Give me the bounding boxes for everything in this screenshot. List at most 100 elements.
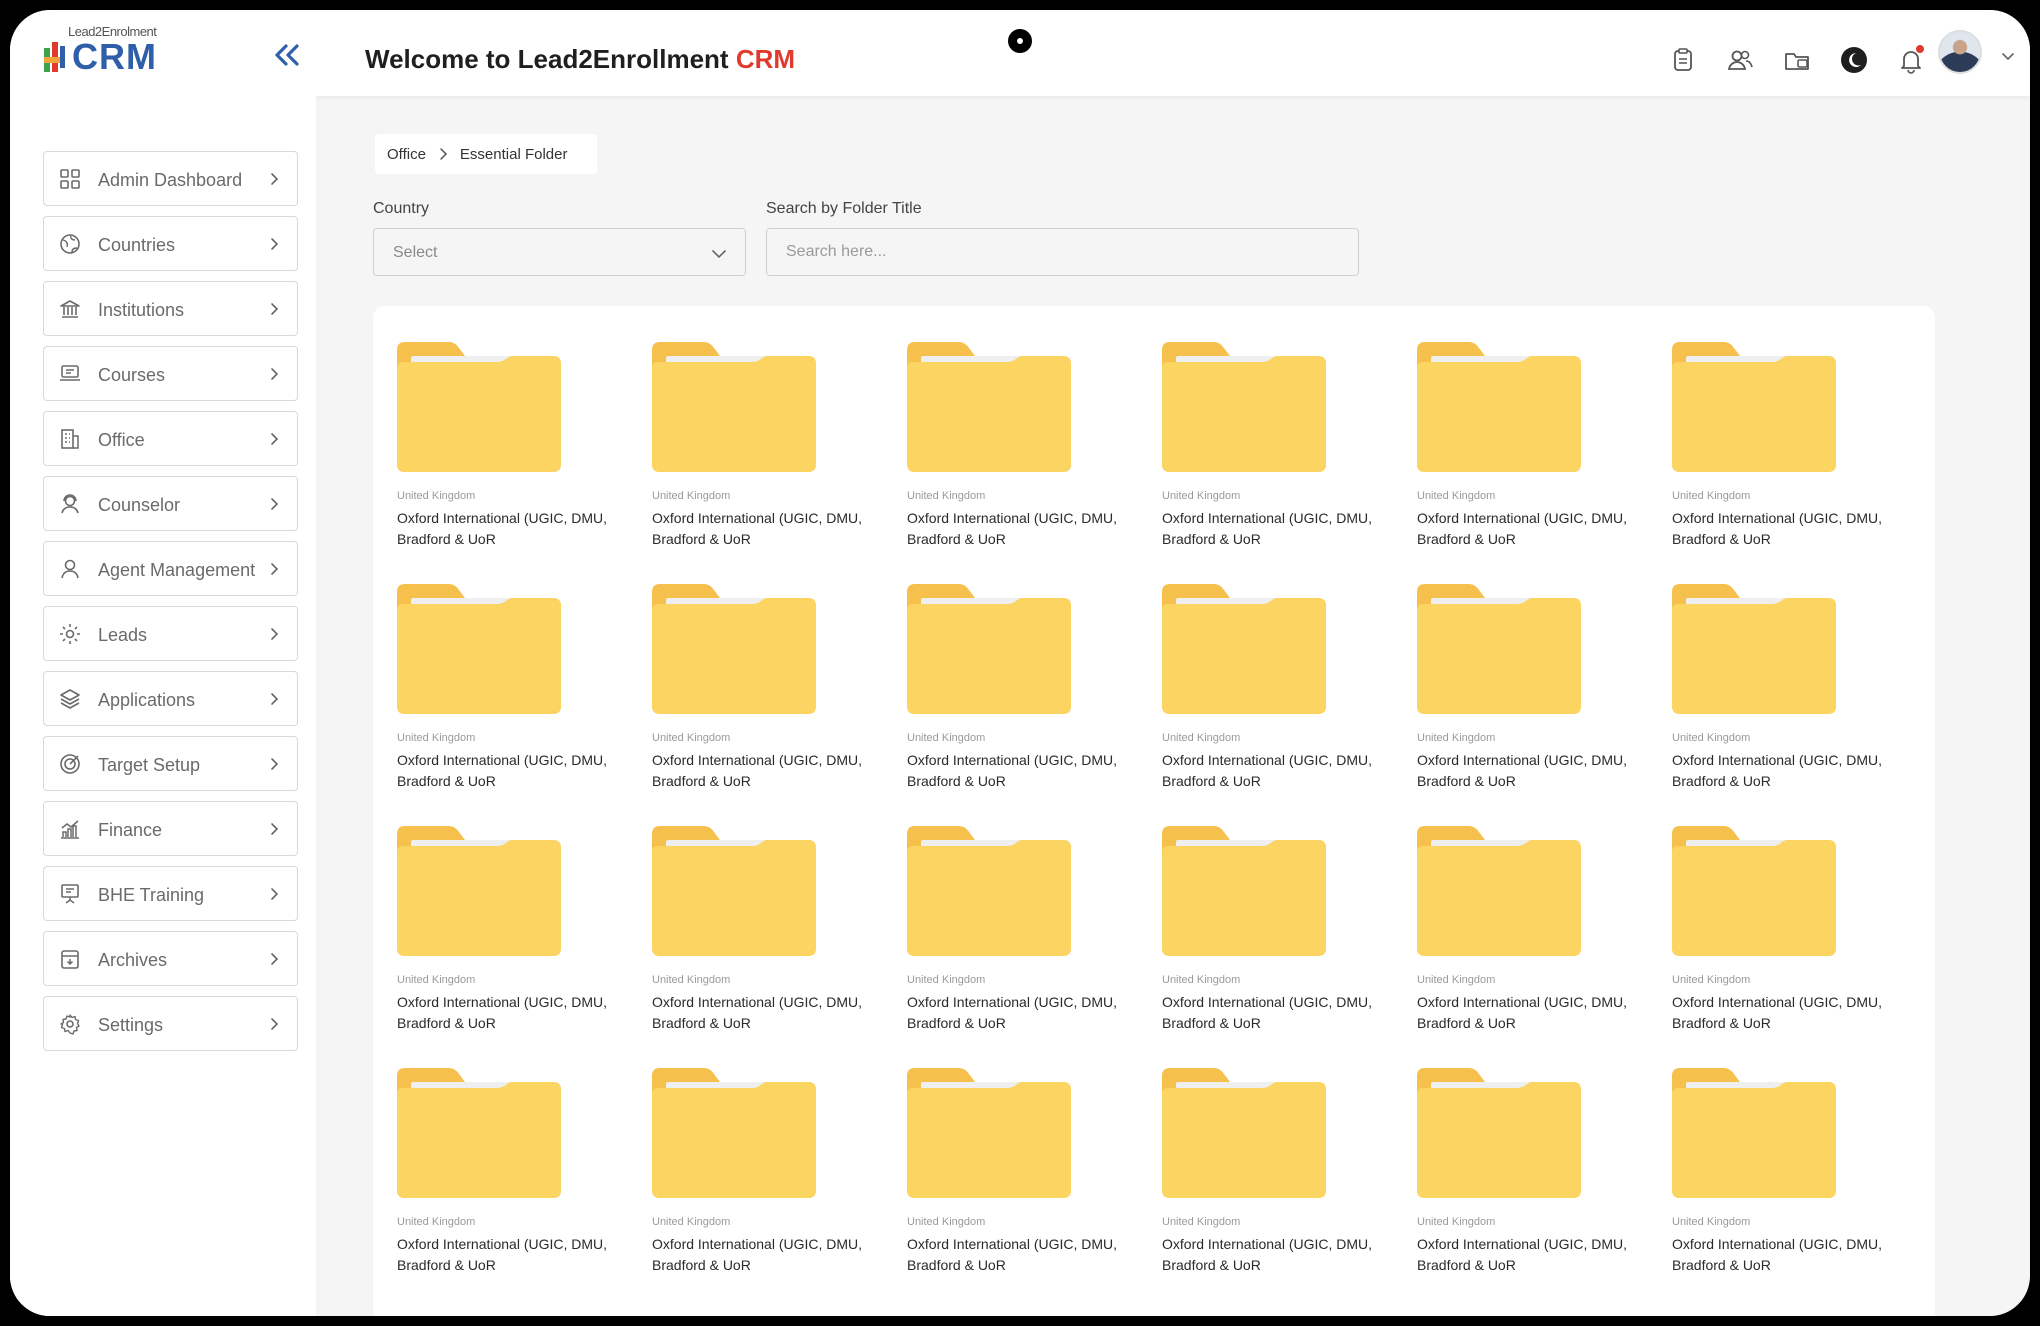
folder-card[interactable]: United Kingdom Oxford International (UGIC… xyxy=(397,342,627,572)
folder-icon xyxy=(652,1068,816,1198)
folder-icon xyxy=(397,342,561,472)
folder-icon xyxy=(907,1068,1071,1198)
folder-card[interactable]: United Kingdom Oxford International (UGIC… xyxy=(397,1068,627,1298)
folder-title-line: Oxford International (UGIC, DMU, xyxy=(1672,510,1883,526)
folder-title-line: Oxford International (UGIC, DMU, xyxy=(907,510,1118,526)
breadcrumb-office-link[interactable]: Office xyxy=(387,146,426,163)
folder-card[interactable]: United Kingdom Oxford International (UGIC… xyxy=(1162,584,1392,814)
folder-card[interactable]: United Kingdom Oxford International (UGIC… xyxy=(397,584,627,814)
folder-card[interactable]: United Kingdom Oxford International (UGIC… xyxy=(907,1068,1137,1298)
folder-icon xyxy=(397,1068,561,1198)
camera-dot-icon xyxy=(1008,29,1032,53)
folder-title-line: Oxford International (UGIC, DMU, xyxy=(1417,1236,1628,1252)
folder-card[interactable]: United Kingdom Oxford International (UGIC… xyxy=(907,342,1137,572)
clipboard-icon[interactable] xyxy=(1669,46,1697,74)
folder-title-line: Bradford & UoR xyxy=(1672,773,1771,789)
sidebar-item-courses[interactable]: Courses xyxy=(43,346,298,401)
folder-title: Oxford International (UGIC, DMU, Bradford… xyxy=(1417,750,1647,792)
folder-icon xyxy=(1672,826,1836,956)
folder-card[interactable]: United Kingdom Oxford International (UGIC… xyxy=(1162,826,1392,1056)
users-icon[interactable] xyxy=(1726,46,1754,74)
sidebar-item-finance[interactable]: Finance xyxy=(43,801,298,856)
folder-country: United Kingdom xyxy=(907,1216,986,1228)
sidebar-item-settings[interactable]: Settings xyxy=(43,996,298,1051)
folder-card[interactable]: United Kingdom Oxford International (UGIC… xyxy=(652,342,882,572)
folder-title: Oxford International (UGIC, DMU, Bradford… xyxy=(652,1234,882,1276)
sidebar-item-admin-dashboard[interactable]: Admin Dashboard xyxy=(43,151,298,206)
folder-title-line: Bradford & UoR xyxy=(397,1257,496,1273)
sidebar-item-label: Applications xyxy=(98,690,196,710)
folder-card[interactable]: United Kingdom Oxford International (UGIC… xyxy=(652,826,882,1056)
sidebar-item-archives[interactable]: Archives xyxy=(43,931,298,986)
search-input[interactable] xyxy=(766,228,1359,276)
folder-card[interactable]: United Kingdom Oxford International (UGIC… xyxy=(1672,1068,1902,1298)
sidebar-item-label: Target Setup xyxy=(98,755,201,775)
search-label: Search by Folder Title xyxy=(766,200,922,217)
folder-card[interactable]: United Kingdom Oxford International (UGIC… xyxy=(1417,1068,1647,1298)
folder-card[interactable]: United Kingdom Oxford International (UGIC… xyxy=(907,826,1137,1056)
folder-card[interactable]: United Kingdom Oxford International (UGIC… xyxy=(907,584,1137,814)
folder-card[interactable]: United Kingdom Oxford International (UGIC… xyxy=(1162,1068,1392,1298)
sidebar-item-countries[interactable]: Countries xyxy=(43,216,298,271)
folder-title-line: Bradford & UoR xyxy=(1417,1257,1516,1273)
sidebar-item-agent-management[interactable]: Agent Management xyxy=(43,541,298,596)
folder-country: United Kingdom xyxy=(1417,732,1496,744)
folder-title-line: Bradford & UoR xyxy=(907,773,1006,789)
folder-card[interactable]: United Kingdom Oxford International (UGIC… xyxy=(1417,826,1647,1056)
folder-title-line: Oxford International (UGIC, DMU, xyxy=(652,752,863,768)
bell-icon[interactable] xyxy=(1897,45,1925,74)
folder-card[interactable]: United Kingdom Oxford International (UGIC… xyxy=(1417,584,1647,814)
sidebar: Admin Dashboard Countries Institutions C… xyxy=(10,96,316,1316)
sidebar-item-label: Finance xyxy=(98,820,163,840)
folder-title: Oxford International (UGIC, DMU, Bradford… xyxy=(1672,750,1902,792)
folder-title-line: Oxford International (UGIC, DMU, xyxy=(907,752,1118,768)
folder-card[interactable]: United Kingdom Oxford International (UGIC… xyxy=(1672,342,1902,572)
training-icon xyxy=(61,884,79,904)
sidebar-item-institutions[interactable]: Institutions xyxy=(43,281,298,336)
double-chevron-left-icon xyxy=(275,44,299,66)
sidebar-item-leads[interactable]: Leads xyxy=(43,606,298,661)
moon-icon[interactable] xyxy=(1840,46,1868,74)
country-select[interactable]: Select xyxy=(373,228,746,276)
folder-card[interactable]: United Kingdom Oxford International (UGIC… xyxy=(1672,584,1902,814)
folder-title-line: Oxford International (UGIC, DMU, xyxy=(1417,994,1628,1010)
logo[interactable]: Lead2Enrolment CRM xyxy=(42,22,172,84)
folder-switch-icon[interactable] xyxy=(1783,46,1811,74)
chevron-right-icon xyxy=(271,368,279,380)
folder-card[interactable]: United Kingdom Oxford International (UGIC… xyxy=(1672,826,1902,1056)
collapse-sidebar-button[interactable] xyxy=(270,38,304,72)
sidebar-item-office[interactable]: Office xyxy=(43,411,298,466)
folder-icon xyxy=(1672,584,1836,714)
chevron-right-icon xyxy=(271,563,279,575)
notification-badge xyxy=(1916,45,1924,53)
folder-country: United Kingdom xyxy=(652,732,731,744)
folder-title: Oxford International (UGIC, DMU, Bradford… xyxy=(907,750,1137,792)
archive-icon xyxy=(61,950,79,969)
folder-card[interactable]: United Kingdom Oxford International (UGIC… xyxy=(1417,342,1647,572)
sidebar-item-counselor[interactable]: Counselor xyxy=(43,476,298,531)
folder-title-line: Bradford & UoR xyxy=(397,531,496,547)
folder-title: Oxford International (UGIC, DMU, Bradford… xyxy=(907,508,1137,550)
folder-country: United Kingdom xyxy=(907,732,986,744)
target-icon xyxy=(60,754,80,774)
folder-card[interactable]: United Kingdom Oxford International (UGIC… xyxy=(652,584,882,814)
sidebar-item-label: Leads xyxy=(98,625,148,645)
avatar[interactable] xyxy=(1938,30,1982,74)
sidebar-item-applications[interactable]: Applications xyxy=(43,671,298,726)
folder-title-line: Bradford & UoR xyxy=(1162,773,1261,789)
folder-title-line: Oxford International (UGIC, DMU, xyxy=(907,1236,1118,1252)
folder-country: United Kingdom xyxy=(1672,490,1751,502)
folder-card[interactable]: United Kingdom Oxford International (UGIC… xyxy=(397,826,627,1056)
chevron-right-icon xyxy=(271,498,279,510)
folder-title-line: Bradford & UoR xyxy=(652,1015,751,1031)
chevron-down-icon[interactable] xyxy=(2000,48,2016,64)
folder-title-line: Oxford International (UGIC, DMU, xyxy=(652,1236,863,1252)
folder-title-line: Oxford International (UGIC, DMU, xyxy=(1417,752,1628,768)
sidebar-item-label: Courses xyxy=(98,365,166,385)
folder-card[interactable]: United Kingdom Oxford International (UGIC… xyxy=(652,1068,882,1298)
folder-card[interactable]: United Kingdom Oxford International (UGIC… xyxy=(1162,342,1392,572)
folder-icon xyxy=(397,584,561,714)
sidebar-item-target-setup[interactable]: Target Setup xyxy=(43,736,298,791)
sidebar-item-bhe-training[interactable]: BHE Training xyxy=(43,866,298,921)
folder-country: United Kingdom xyxy=(1162,974,1241,986)
